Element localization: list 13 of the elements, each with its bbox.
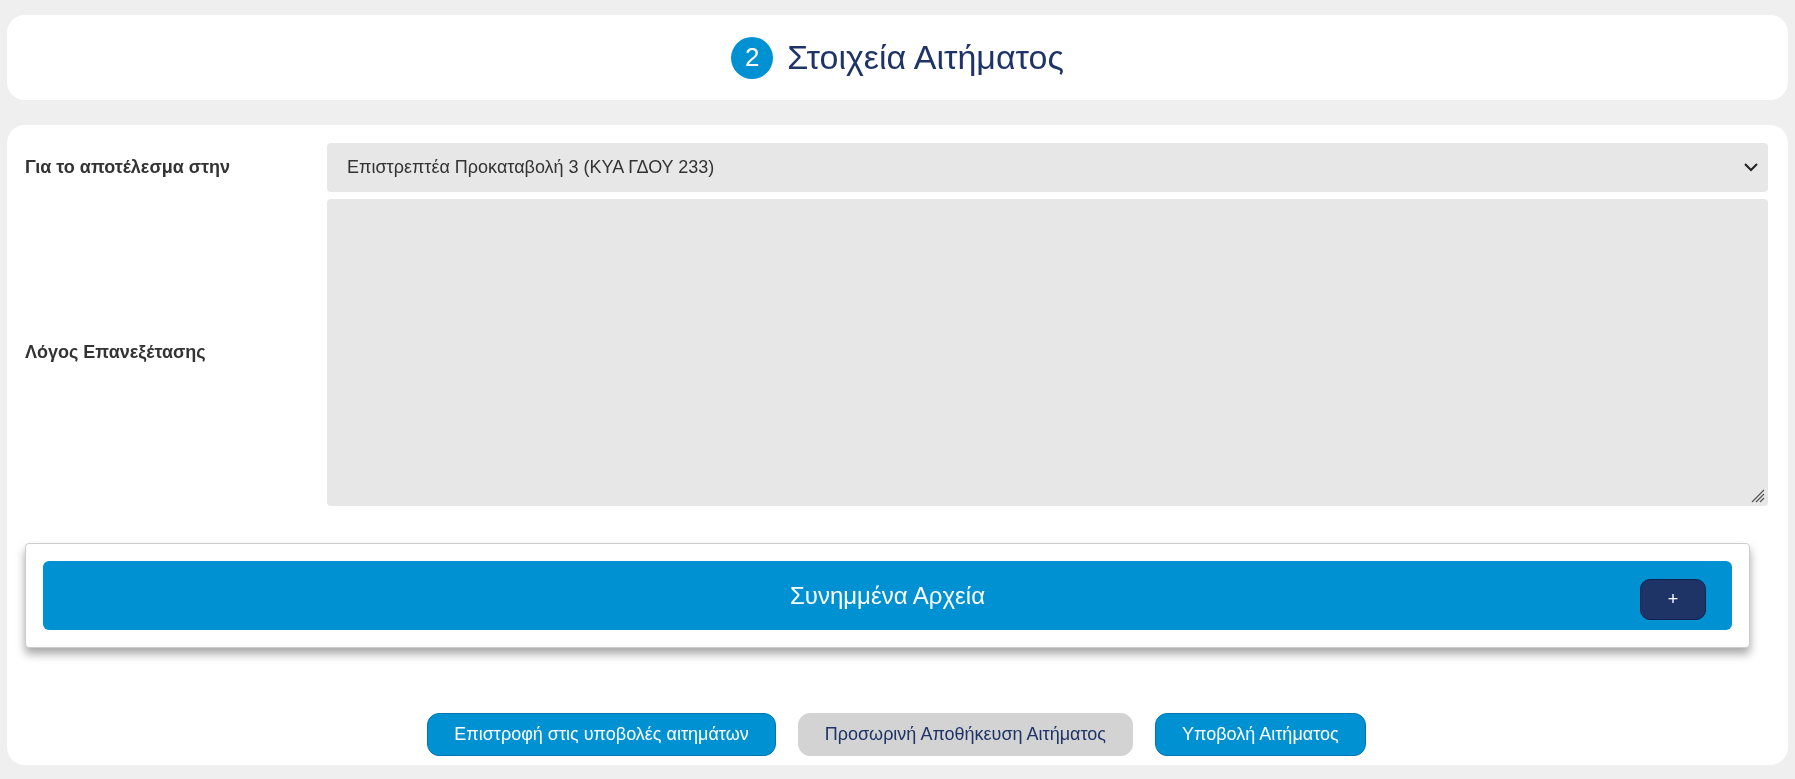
resize-grip-icon: [1751, 489, 1765, 503]
field-label: Για το αποτέλεσμα στην: [25, 157, 232, 178]
action-button[interactable]: Υποβολή Αιτήματος: [1155, 713, 1366, 756]
field-label: Λόγος Επανεξέτασης: [25, 342, 207, 363]
chevron-down-icon: [1744, 163, 1758, 172]
text-area[interactable]: [327, 199, 1768, 506]
select-field[interactable]: Επιστρεπτέα Προκαταβολή 3 (ΚΥΑ ΓΔΟΥ 233): [327, 143, 1768, 192]
action-button[interactable]: Επιστροφή στις υποβολές αιτημάτων: [427, 713, 776, 756]
add-file-button[interactable]: +: [1640, 579, 1706, 620]
attachments-title: Συνημμένα Αρχεία: [789, 581, 985, 610]
action-button[interactable]: Προσωρινή Αποθήκευση Αιτήματος: [797, 713, 1134, 756]
step-number: 2: [731, 36, 774, 79]
section-title: Στοιχεία Αιτήματος: [787, 38, 1064, 77]
